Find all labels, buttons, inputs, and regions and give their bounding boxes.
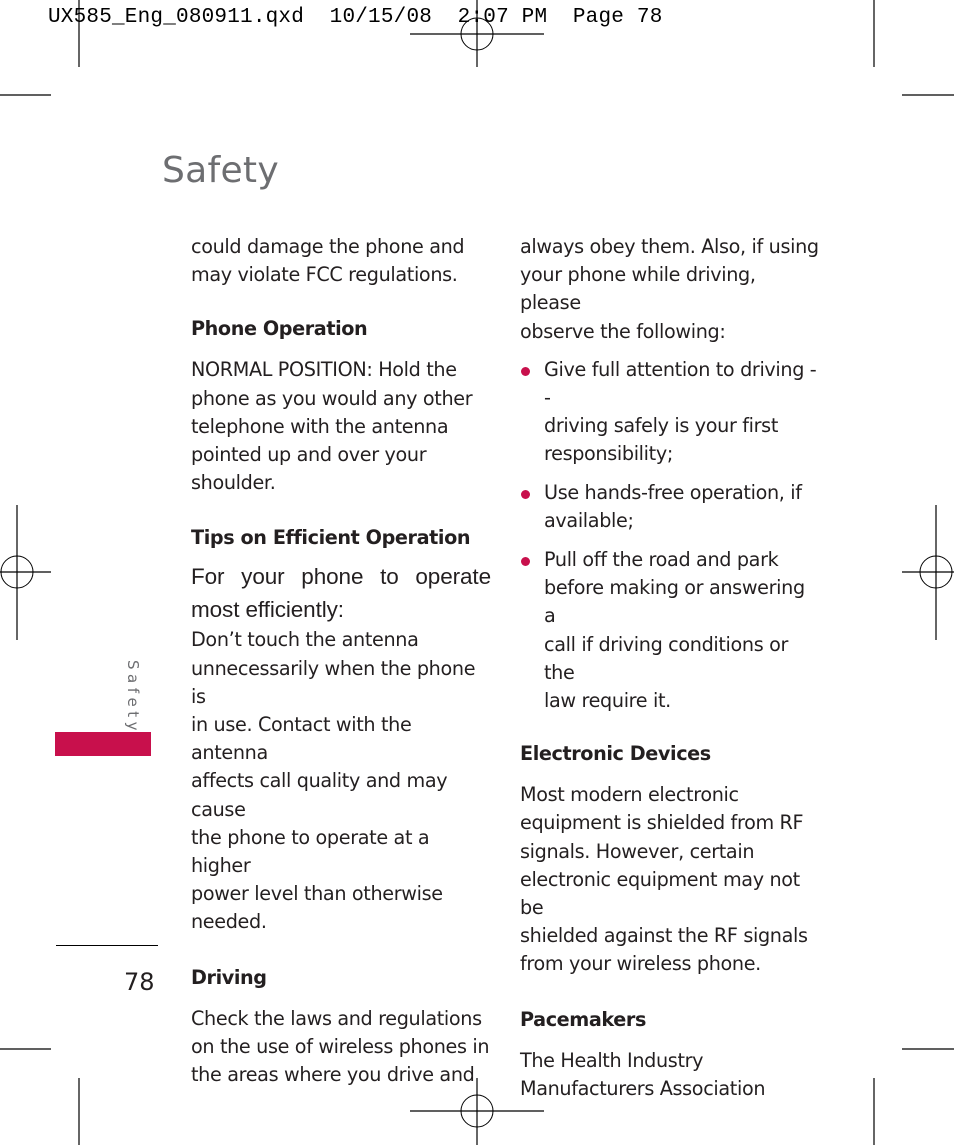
- bullet-icon: [521, 489, 530, 499]
- page-number: 78: [124, 968, 155, 996]
- bullet-icon: [521, 366, 530, 376]
- phone-operation-paragraph: NORMAL POSITION: Hold the phone as you w…: [191, 358, 473, 495]
- section-heading-electronic-devices: Electronic Devices: [520, 742, 711, 766]
- list-item: Give full attention to driving -- drivin…: [520, 356, 820, 469]
- side-tab-marker: [55, 732, 151, 756]
- driving-tips-list: Give full attention to driving -- drivin…: [520, 356, 820, 715]
- section-heading-pacemakers: Pacemakers: [520, 1007, 646, 1031]
- electronic-devices-paragraph: Most modern electronic equipment is shie…: [520, 783, 808, 976]
- page-title: Safety: [162, 150, 279, 191]
- print-slug-line: UX585_Eng_080911.qxd 10/15/08 2:07 PM Pa…: [48, 6, 663, 29]
- bullet-icon: [521, 557, 530, 567]
- section-heading-phone-operation: Phone Operation: [191, 317, 368, 341]
- registration-mark-left: [0, 505, 51, 640]
- right-column: always obey them. Also, if using your ph…: [520, 233, 820, 1103]
- pacemakers-paragraph: The Health Industry Manufacturers Associ…: [520, 1048, 766, 1100]
- registration-mark-right: [902, 505, 954, 640]
- driving-continued-paragraph: always obey them. Also, if using your ph…: [520, 235, 819, 343]
- side-tab-label: Safety: [124, 660, 142, 735]
- section-heading-driving: Driving: [191, 965, 267, 989]
- tips-lead-paragraph: For your phone to operate most efficient…: [191, 564, 491, 623]
- list-item: Use hands-free operation, if available;: [520, 479, 820, 535]
- folio-rule: [56, 945, 158, 946]
- list-item: Pull off the road and park before making…: [520, 546, 820, 715]
- intro-paragraph: could damage the phone and may violate F…: [191, 235, 465, 287]
- tips-body-paragraph: Don’t touch the antenna unnecessarily wh…: [191, 628, 476, 934]
- left-column: could damage the phone and may violate F…: [191, 233, 491, 1089]
- driving-paragraph: Check the laws and regulations on the us…: [191, 1006, 490, 1087]
- section-heading-tips: Tips on Efficient Operation: [191, 526, 471, 550]
